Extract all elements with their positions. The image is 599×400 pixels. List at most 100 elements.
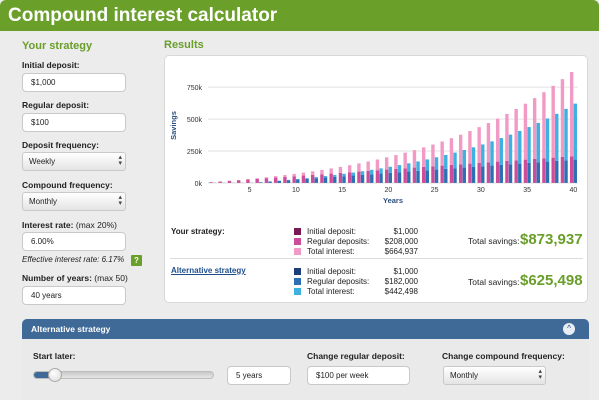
regular-deposit-label: Regular deposit: [22, 100, 90, 110]
your-bar-segment [449, 138, 454, 165]
alt-bar-segment [333, 174, 337, 177]
alt-bar-segment [462, 150, 466, 168]
deposit-frequency-select[interactable]: Weekly ▴ ▾ [22, 152, 126, 171]
your-bar-segment [384, 157, 389, 170]
select-arrows-icon: ▴ ▾ [118, 154, 122, 167]
your-bar-segment [440, 141, 444, 166]
your-bar-segment [394, 155, 398, 169]
start-later-label: Start later: [33, 351, 76, 361]
your-bar-segment [218, 181, 222, 183]
y-tick-label: 250k [187, 149, 203, 156]
collapse-icon[interactable]: ^ [563, 323, 575, 335]
alt-total-savings-label: Total savings: [468, 277, 520, 287]
your-bar-segment [292, 176, 296, 183]
select-arrows-icon: ▴ ▾ [118, 194, 122, 207]
y-tick-label: 500k [187, 117, 203, 124]
alt-bar-segment [573, 159, 577, 183]
your-bar-segment [329, 168, 333, 174]
your-bar-segment [477, 162, 481, 183]
alt-bar-segment [314, 178, 318, 183]
alt-bar-segment [286, 180, 291, 183]
y-tick-label: 0k [195, 181, 203, 188]
your-bar-segment [468, 131, 472, 164]
alt-bar-segment [536, 122, 540, 163]
change-compound-label: Change compound frequency: [442, 351, 565, 361]
your-bar-segment [283, 175, 287, 177]
alt-panel-header[interactable]: Alternative strategy ^ [22, 319, 589, 339]
alt-bar-segment [342, 176, 346, 183]
alt-bar-segment [342, 173, 346, 177]
alt-bar-segment [333, 176, 337, 183]
alt-panel-body: Start later: 5 years Change regular depo… [22, 339, 589, 400]
legend-label: Initial deposit: [307, 227, 356, 236]
deposit-frequency-value: Weekly [29, 157, 56, 166]
your-bar-segment [486, 123, 491, 163]
alt-bar-segment [305, 178, 309, 183]
your-bar-segment [357, 163, 361, 172]
alt-total-interest-swatch [294, 288, 301, 295]
alternative-strategy-panel: Alternative strategy ^ Start later: 5 ye… [22, 319, 589, 400]
your-bar-segment [310, 171, 315, 175]
slider-handle[interactable] [48, 368, 63, 382]
your-bar-segment [495, 118, 500, 162]
alt-bar-segment [527, 127, 531, 163]
alt-bar-segment [462, 167, 466, 183]
alt-bar-segment [360, 174, 365, 183]
your-bar-segment [477, 127, 481, 163]
interest-rate-input[interactable]: 6.00% [22, 232, 126, 251]
chart-grid [208, 86, 578, 184]
alt-bar-segment [379, 173, 383, 183]
alt-bar-segment [314, 177, 318, 179]
your-bar-segment [347, 165, 352, 173]
your-bar-segment [542, 92, 546, 159]
alt-bar-segment [277, 180, 281, 183]
alt-bar-segment [573, 103, 577, 160]
years-input[interactable]: 40 years [22, 286, 126, 305]
alt-bar-segment [370, 169, 374, 175]
alt-bar-segment [527, 162, 531, 183]
legend-label: Regular deposits: [307, 237, 370, 246]
your-bar-segment [273, 177, 278, 183]
initial-deposit-input[interactable]: $1,000 [22, 73, 126, 92]
your-bar-segment [412, 150, 417, 168]
your-bar-segment [227, 180, 232, 183]
alt-bar-segment [490, 141, 494, 166]
alt-bar-segment [564, 160, 568, 183]
your-bar-segment [246, 179, 250, 183]
your-bar-segment [292, 173, 296, 177]
alt-bar-segment [296, 178, 300, 180]
alt-bar-segment [453, 168, 457, 183]
alt-bar-segment [444, 168, 448, 183]
initial-deposit-label: Initial deposit: [22, 60, 80, 70]
your-bar-segment [320, 169, 324, 175]
your-bar-segment [468, 163, 472, 183]
interest-rate-label: Interest rate: (max 20%) [22, 220, 117, 230]
legend-value: $442,498 [384, 287, 418, 296]
change-deposit-input[interactable]: $100 per week [307, 366, 410, 385]
alt-bar-segment [434, 157, 439, 170]
alt-bar-segment [545, 161, 550, 183]
alt-bar-segment [471, 166, 476, 183]
your-bar-segment [209, 182, 213, 183]
start-later-input[interactable]: 5 years [227, 366, 291, 385]
compound-frequency-select[interactable]: Monthly ▴ ▾ [22, 192, 126, 211]
alt-bar-segment [453, 152, 457, 169]
your-bar-segment [264, 177, 269, 179]
your-bar-segment [366, 170, 370, 183]
deposit-frequency-label: Deposit frequency: [22, 140, 99, 150]
x-tick-label: 5 [248, 187, 252, 194]
your-bar-segment [458, 134, 463, 165]
your-bar-segment [458, 164, 463, 183]
help-icon[interactable]: ? [131, 255, 142, 266]
alt-bar-segment [425, 170, 429, 183]
alt-bar-segment [323, 177, 328, 183]
alt-bar-segment [490, 165, 494, 183]
your-bar-segment [551, 85, 555, 158]
alternative-strategy-link[interactable]: Alternative strategy [171, 266, 246, 275]
regular-deposit-input[interactable]: $100 [22, 113, 126, 132]
your-bar-segment [236, 180, 241, 183]
change-compound-select[interactable]: Monthly ▴ ▾ [443, 366, 546, 385]
alt-initial-deposit-swatch [294, 268, 301, 275]
alt-bar-segment [351, 175, 355, 183]
select-arrows-icon: ▴ ▾ [538, 368, 542, 381]
